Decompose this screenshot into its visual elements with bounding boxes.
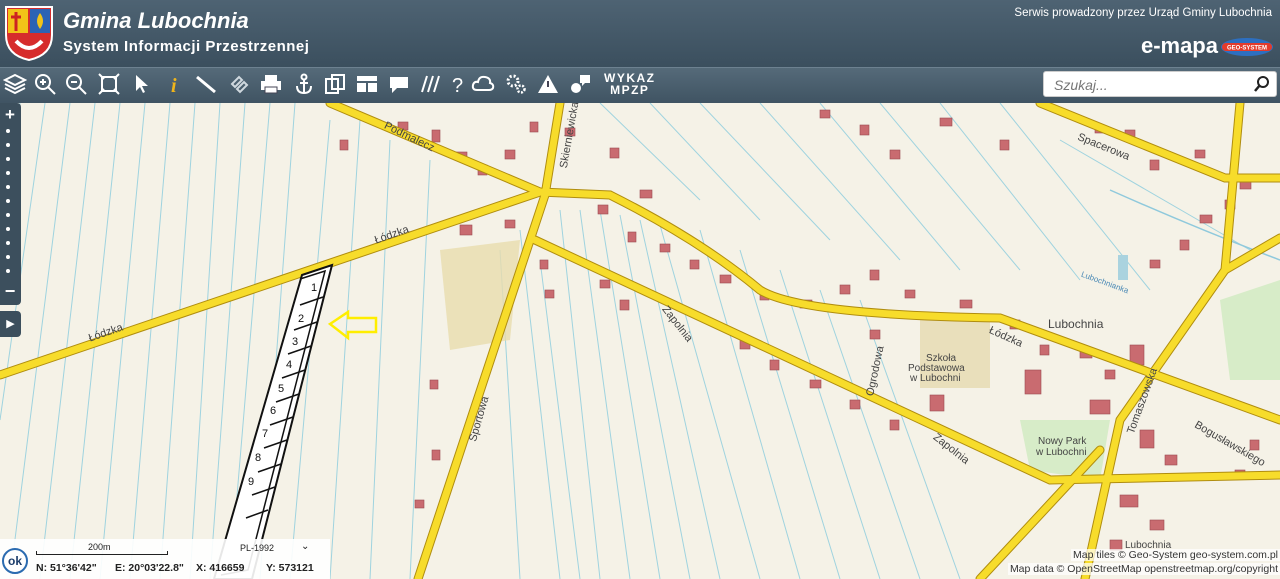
geo-system-logo-icon[interactable]: GEO-SYSTEM <box>1220 37 1274 57</box>
plot-number: 6 <box>270 405 277 417</box>
emapa-brand[interactable]: e-mapa <box>1141 33 1218 59</box>
zoom-out-icon[interactable] <box>64 72 88 96</box>
select-pointer-icon[interactable] <box>130 72 154 96</box>
ok-button[interactable]: ok <box>2 548 28 574</box>
measure-ruler-icon[interactable] <box>194 72 218 96</box>
map-layer[interactable] <box>0 103 1280 579</box>
geo-system-logo-text: GEO-SYSTEM <box>1227 46 1267 52</box>
zoom-level-dot[interactable] <box>6 227 10 231</box>
app-subtitle: System Informacji Przestrzennej <box>63 38 310 55</box>
park-label: Nowy Park <box>1038 436 1087 447</box>
plot-number: 5 <box>278 383 285 395</box>
school-label: w Lubochni <box>910 373 961 384</box>
zoom-level-dot[interactable] <box>6 213 10 217</box>
copy-icon[interactable] <box>323 72 347 96</box>
plot-number: 1 <box>311 282 318 294</box>
zoom-level-dot[interactable] <box>6 199 10 203</box>
info-icon[interactable]: i <box>162 72 186 97</box>
hatch-icon[interactable] <box>418 72 442 96</box>
layout-icon[interactable] <box>355 72 379 96</box>
zoom-level-dot[interactable] <box>6 255 10 259</box>
town-label: Lubochnia <box>1048 317 1104 331</box>
print-icon[interactable] <box>259 72 283 96</box>
zoom-level-dot[interactable] <box>6 241 10 245</box>
zoom-level-dot[interactable] <box>6 157 10 161</box>
search-input[interactable] <box>1052 75 1246 95</box>
y-coordinate-readout: Y: 573121 <box>266 562 314 574</box>
park-label: w Lubochni <box>1036 447 1087 458</box>
plot-number: 4 <box>286 359 293 371</box>
map-canvas[interactable]: 1 2 3 4 5 6 7 8 9 Podmalecz Skierniewick… <box>0 103 1280 579</box>
zoom-minus-icon[interactable]: − <box>1 281 19 302</box>
layers-icon[interactable] <box>2 72 28 96</box>
zoom-level-dot[interactable] <box>6 185 10 189</box>
wykaz-mpzp-button[interactable]: WYKAZ MPZP <box>604 72 656 96</box>
zoom-extent-icon[interactable] <box>97 72 121 96</box>
scale-bar <box>36 551 168 555</box>
cloud-icon[interactable] <box>471 72 495 96</box>
longitude-readout: E: 20°03'22.8" <box>115 562 184 574</box>
speech-bubble-icon[interactable] <box>387 72 411 96</box>
svg-text:?: ? <box>452 75 463 96</box>
settings-icon[interactable] <box>504 72 528 96</box>
link-icon[interactable] <box>227 72 251 96</box>
plot-number: 2 <box>298 313 305 325</box>
chevron-down-icon[interactable]: ⌄ <box>301 541 309 552</box>
search-icon[interactable] <box>1253 75 1271 93</box>
served-by-text: Serwis prowadzony przez Urząd Gminy Lubo… <box>1014 7 1272 19</box>
data-attribution[interactable]: Map data © OpenStreetMap openstreetmap.o… <box>1007 563 1280 575</box>
app-title: Gmina Lubochnia <box>63 8 249 33</box>
svg-text:i: i <box>171 75 177 96</box>
comment-icon[interactable] <box>568 72 592 96</box>
expand-panel-button[interactable]: ▶ <box>0 311 21 337</box>
crs-select[interactable]: PL-1992 <box>240 543 274 553</box>
plot-number: 9 <box>248 476 255 488</box>
zoom-plus-icon[interactable]: + <box>1 105 19 125</box>
warning-icon[interactable] <box>536 72 560 96</box>
plot-number: 7 <box>262 428 269 440</box>
mpzp-label: MPZP <box>610 83 650 97</box>
zoom-in-icon[interactable] <box>33 72 57 96</box>
tiles-attribution[interactable]: Map tiles © Geo-System geo-system.com.pl <box>1071 549 1280 561</box>
x-coordinate-readout: X: 416659 <box>196 562 245 574</box>
anchor-icon[interactable] <box>292 72 316 96</box>
zoom-slider[interactable] <box>0 103 21 305</box>
municipality-crest-icon <box>5 6 53 61</box>
zoom-level-dot[interactable] <box>6 129 10 133</box>
help-icon[interactable]: ? <box>446 72 470 97</box>
search-box[interactable] <box>1043 71 1277 97</box>
latitude-readout: N: 51°36'42" <box>36 562 97 574</box>
zoom-level-dot[interactable] <box>6 143 10 147</box>
zoom-level-dot[interactable] <box>6 269 10 273</box>
plot-number: 8 <box>255 452 262 464</box>
zoom-level-dot[interactable] <box>6 171 10 175</box>
plot-number: 3 <box>292 336 299 348</box>
